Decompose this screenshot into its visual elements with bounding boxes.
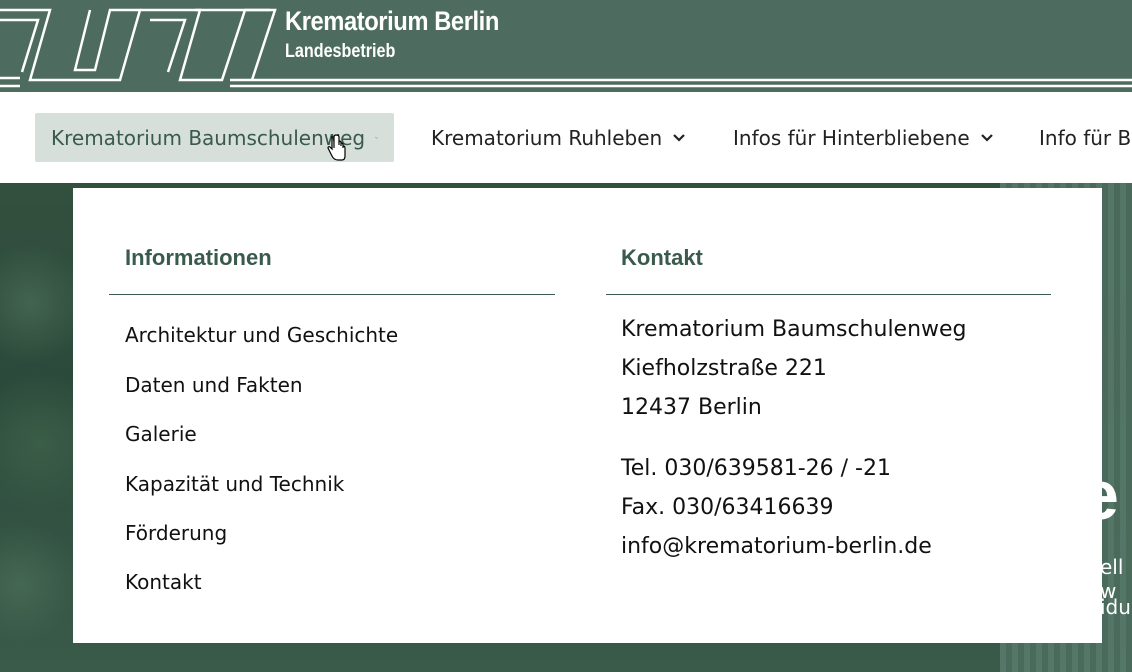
nav-item-infos-fuer-hinterbliebene[interactable]: Infos für Hinterbliebene xyxy=(717,113,1010,162)
kontakt-heading: Kontakt xyxy=(621,245,703,270)
hand-cursor-icon xyxy=(327,134,346,161)
menu-link-foerderung[interactable]: Förderung xyxy=(125,520,227,546)
nav-item-label: Info für Be xyxy=(1039,125,1132,150)
mega-menu-dropdown: Informationen Architektur und Geschichte… xyxy=(73,188,1102,643)
menu-link-galerie[interactable]: Galerie xyxy=(125,421,197,447)
nav-item-info-fuer-be[interactable]: Info für Be xyxy=(1023,113,1132,162)
divider xyxy=(606,294,1051,295)
main-navigation: Krematorium Baumschulenweg Krematorium R… xyxy=(0,92,1132,183)
menu-link-daten-und-fakten[interactable]: Daten und Fakten xyxy=(125,372,303,398)
site-header: Krematorium Berlin Landesbetrieb xyxy=(0,0,1132,92)
contact-address-line: 12437 Berlin xyxy=(621,395,762,420)
contact-email-link[interactable]: info@krematorium-berlin.de xyxy=(621,533,932,561)
divider xyxy=(109,294,555,295)
contact-fax: Fax. 030/63416639 xyxy=(621,495,834,520)
brand-subtitle: Landesbetrieb xyxy=(285,41,396,62)
menu-link-architektur-und-geschichte[interactable]: Architektur und Geschichte xyxy=(125,322,398,348)
menu-link-kapazitaet-und-technik[interactable]: Kapazität und Technik xyxy=(125,471,344,497)
hero-text-line: idu xyxy=(1100,595,1131,619)
nav-item-krematorium-ruhleben[interactable]: Krematorium Ruhleben xyxy=(415,113,702,162)
chevron-down-icon xyxy=(980,133,993,142)
nav-item-label: Krematorium Ruhleben xyxy=(431,125,663,150)
nav-item-label: Infos für Hinterbliebene xyxy=(733,125,970,150)
contact-address-line: Krematorium Baumschulenweg xyxy=(621,317,967,342)
informationen-heading: Informationen xyxy=(125,245,272,270)
contact-phone[interactable]: Tel. 030/639581-26 / -21 xyxy=(621,455,891,483)
brand-title[interactable]: Krematorium Berlin xyxy=(285,4,499,38)
chevron-down-icon xyxy=(375,136,378,139)
chevron-down-icon xyxy=(673,133,685,142)
nav-item-label: Krematorium Baumschulenweg xyxy=(51,125,366,150)
contact-address-line: Kiefholzstraße 221 xyxy=(621,356,827,381)
menu-link-kontakt[interactable]: Kontakt xyxy=(125,569,202,595)
crematorium-logo-icon[interactable] xyxy=(0,0,1132,92)
